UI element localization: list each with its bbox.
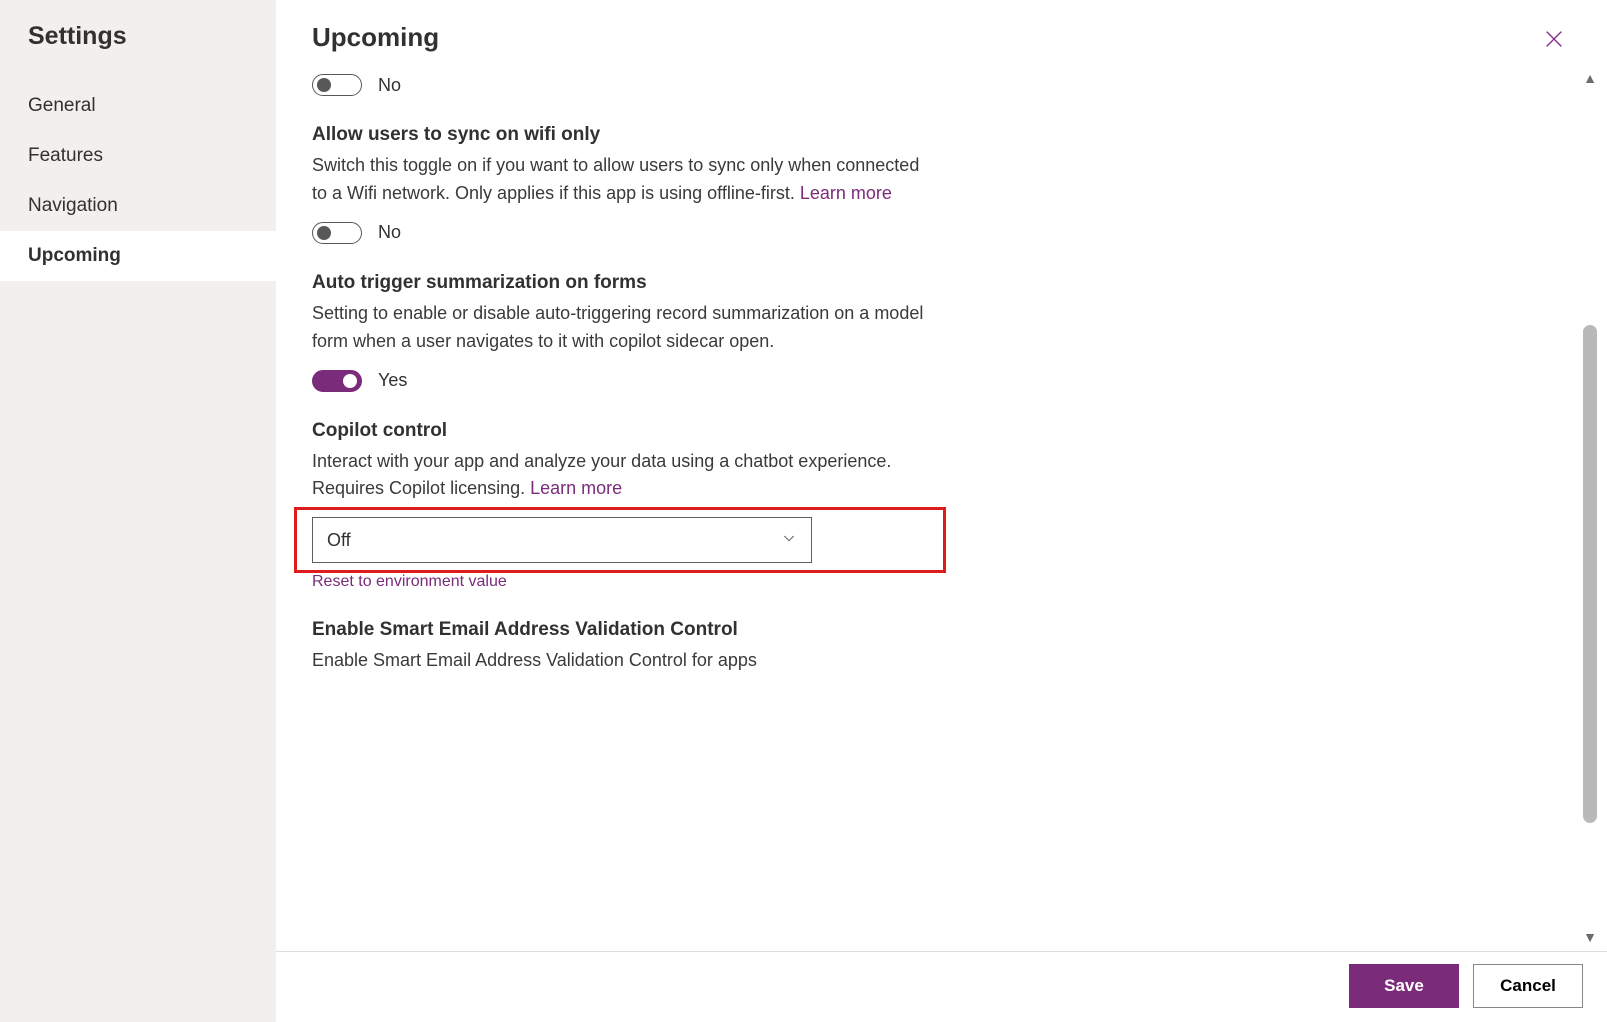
setting-wifi-sync-title: Allow users to sync on wifi only bbox=[312, 124, 932, 146]
save-button[interactable]: Save bbox=[1349, 964, 1459, 1008]
sidebar-item-upcoming[interactable]: Upcoming bbox=[0, 231, 276, 281]
scroll-up-icon[interactable]: ▲ bbox=[1583, 70, 1597, 86]
toggle-wifi-sync[interactable] bbox=[312, 222, 362, 244]
sidebar-item-features[interactable]: Features bbox=[0, 131, 276, 181]
scrollbar: ▲ ▼ bbox=[1573, 66, 1607, 951]
reset-to-environment-link[interactable]: Reset to environment value bbox=[312, 573, 932, 591]
setting-copilot-title: Copilot control bbox=[312, 420, 932, 442]
scroll-track[interactable] bbox=[1583, 92, 1597, 923]
setting-wifi-sync-desc: Switch this toggle on if you want to all… bbox=[312, 152, 932, 208]
learn-more-wifi[interactable]: Learn more bbox=[800, 183, 892, 203]
footer: Save Cancel bbox=[276, 951, 1607, 1022]
main-panel: Upcoming No Allow users to sync on wifi … bbox=[276, 0, 1607, 1022]
copilot-dropdown-value: Off bbox=[327, 530, 351, 551]
sidebar-item-general[interactable]: General bbox=[0, 81, 276, 131]
scroll-thumb[interactable] bbox=[1583, 325, 1597, 824]
toggle-unknown-label: No bbox=[378, 75, 401, 96]
setting-unknown-toggle: No bbox=[312, 74, 932, 96]
toggle-auto-summarize-label: Yes bbox=[378, 370, 407, 391]
settings-sidebar: Settings General Features Navigation Upc… bbox=[0, 0, 276, 1022]
setting-auto-summarize-title: Auto trigger summarization on forms bbox=[312, 272, 932, 294]
copilot-control-dropdown[interactable]: Off bbox=[312, 517, 812, 563]
scroll-down-icon[interactable]: ▼ bbox=[1583, 929, 1597, 945]
close-button[interactable] bbox=[1537, 22, 1571, 56]
setting-smart-email-title: Enable Smart Email Address Validation Co… bbox=[312, 619, 932, 641]
close-icon bbox=[1543, 28, 1565, 50]
setting-smart-email: Enable Smart Email Address Validation Co… bbox=[312, 619, 932, 675]
setting-copilot-desc: Interact with your app and analyze your … bbox=[312, 448, 932, 504]
toggle-auto-summarize[interactable] bbox=[312, 370, 362, 392]
setting-auto-summarize: Auto trigger summarization on forms Sett… bbox=[312, 272, 932, 392]
learn-more-copilot[interactable]: Learn more bbox=[530, 478, 622, 498]
toggle-wifi-sync-label: No bbox=[378, 222, 401, 243]
toggle-unknown[interactable] bbox=[312, 74, 362, 96]
sidebar-item-navigation[interactable]: Navigation bbox=[0, 181, 276, 231]
cancel-button[interactable]: Cancel bbox=[1473, 964, 1583, 1008]
setting-wifi-sync: Allow users to sync on wifi only Switch … bbox=[312, 124, 932, 244]
sidebar-title: Settings bbox=[0, 22, 276, 81]
setting-smart-email-desc: Enable Smart Email Address Validation Co… bbox=[312, 647, 932, 675]
chevron-down-icon bbox=[781, 530, 797, 551]
setting-auto-summarize-desc: Setting to enable or disable auto-trigge… bbox=[312, 300, 932, 356]
settings-content: No Allow users to sync on wifi only Swit… bbox=[276, 66, 1573, 951]
setting-copilot-control: Copilot control Interact with your app a… bbox=[312, 420, 932, 592]
page-title: Upcoming bbox=[312, 22, 439, 53]
